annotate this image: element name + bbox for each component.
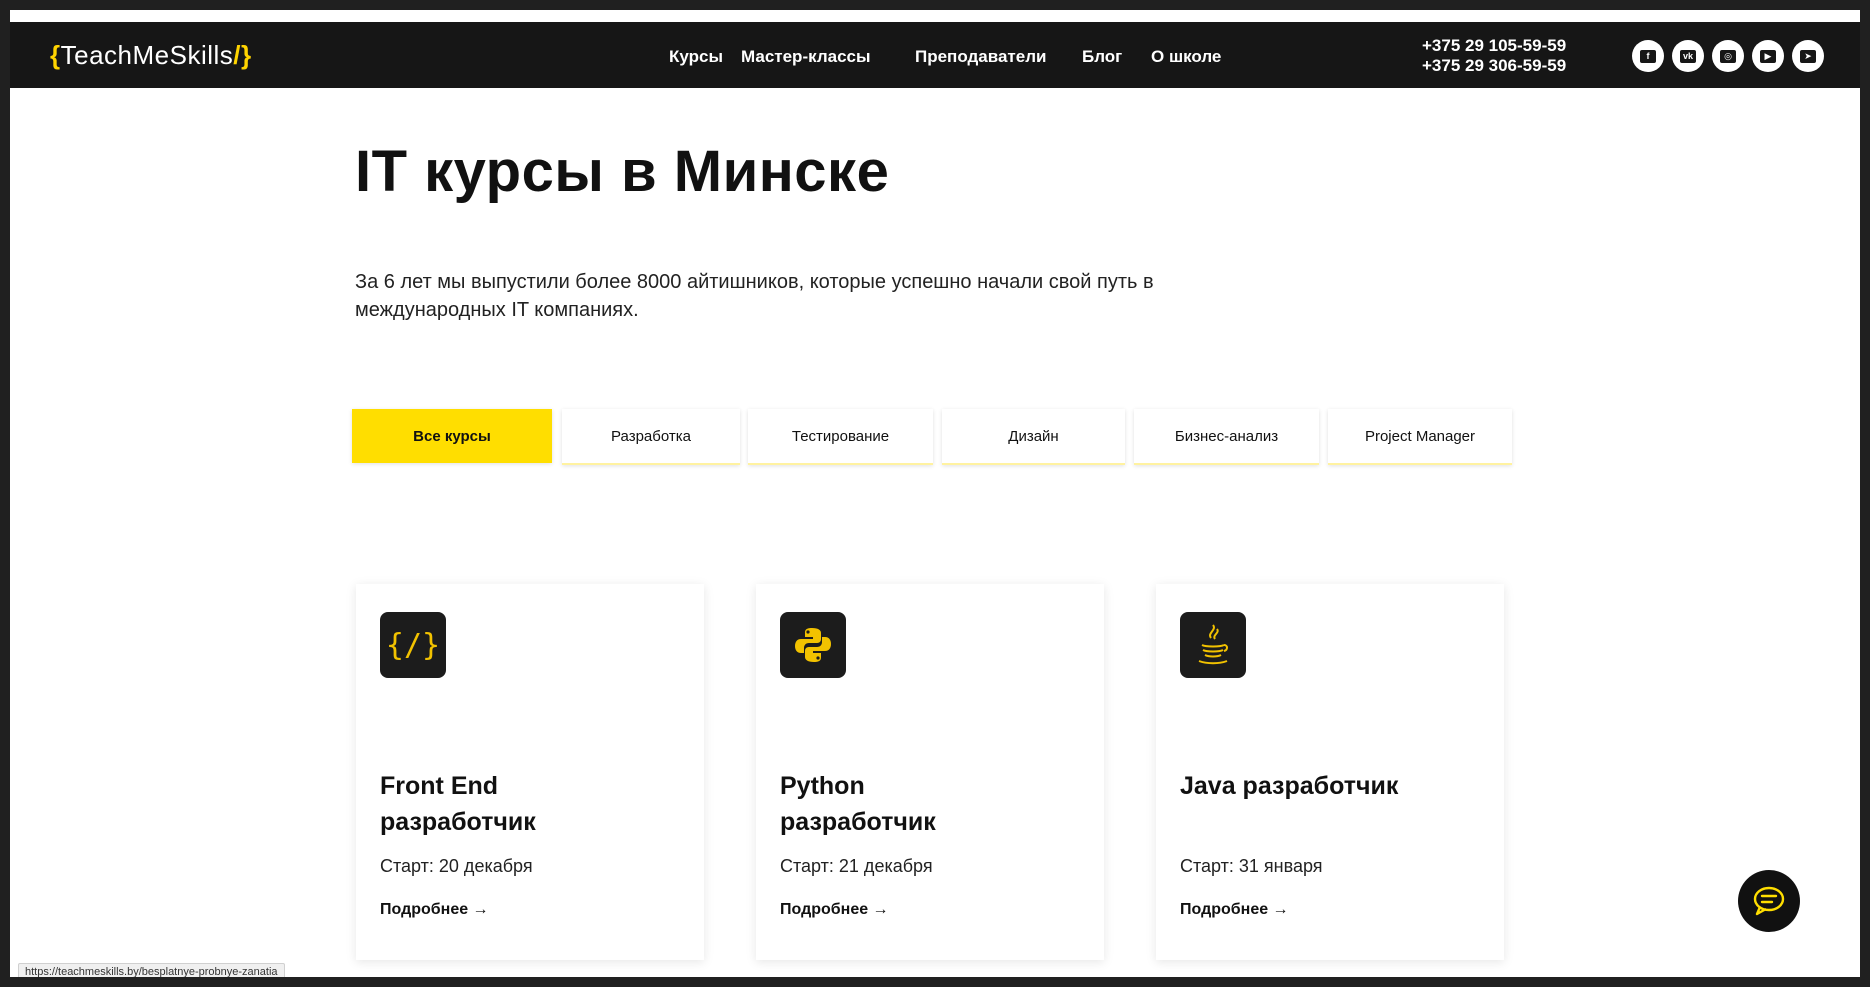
status-bar-url: https://teachmeskills.by/besplatnye-prob… bbox=[18, 963, 285, 977]
telegram-icon: ➤ bbox=[1800, 49, 1816, 63]
logo-text: TeachMeSkills bbox=[60, 40, 234, 70]
course-start-date: Старт: 31 января bbox=[1180, 856, 1323, 876]
tab-label: Бизнес-анализ bbox=[1174, 427, 1279, 445]
tab-design[interactable]: Дизайн bbox=[942, 409, 1125, 465]
course-start-date: Старт: 21 декабря bbox=[780, 856, 933, 876]
nav-item-teachers[interactable]: Преподаватели bbox=[915, 44, 1046, 70]
vk-icon: vk bbox=[1680, 49, 1696, 63]
course-card-java[interactable]: Java разработчик Старт: 31 января Подроб… bbox=[1156, 584, 1504, 960]
course-more-link[interactable]: Подробнее → bbox=[780, 901, 889, 919]
course-title: Front End разработчик bbox=[380, 772, 536, 836]
nav-item-blog[interactable]: Блог bbox=[1082, 44, 1122, 70]
course-card-python[interactable]: Python разработчик Старт: 21 декабря Под… bbox=[756, 584, 1104, 960]
course-title: Java разработчик bbox=[1180, 772, 1399, 800]
course-more-link[interactable]: Подробнее → bbox=[1180, 901, 1289, 919]
java-icon bbox=[1180, 612, 1246, 678]
tab-business-analysis[interactable]: Бизнес-анализ bbox=[1134, 409, 1319, 465]
youtube-link[interactable]: ▶ bbox=[1752, 40, 1784, 72]
page: {TeachMeSkills/} Курсы Мастер-классы Пре… bbox=[10, 10, 1860, 977]
tab-label: Все курсы bbox=[413, 427, 491, 445]
vk-link[interactable]: vk bbox=[1672, 40, 1704, 72]
course-start-date: Старт: 20 декабря bbox=[380, 856, 533, 876]
chat-button[interactable] bbox=[1738, 870, 1800, 932]
tab-label: Тестирование bbox=[791, 427, 890, 445]
chat-bubble-icon bbox=[1753, 886, 1785, 916]
course-more-link[interactable]: Подробнее → bbox=[380, 901, 489, 919]
nav-item-courses[interactable]: Курсы bbox=[669, 44, 723, 70]
tab-all-courses[interactable]: Все курсы bbox=[352, 409, 552, 463]
telegram-link[interactable]: ➤ bbox=[1792, 40, 1824, 72]
page-title: IT курсы в Минске bbox=[355, 139, 890, 204]
facebook-link[interactable]: f bbox=[1632, 40, 1664, 72]
tab-label: Project Manager bbox=[1364, 427, 1476, 445]
nav-item-about[interactable]: О школе bbox=[1151, 44, 1221, 70]
logo[interactable]: {TeachMeSkills/} bbox=[50, 40, 252, 70]
tab-development[interactable]: Разработка bbox=[562, 409, 740, 465]
phone-numbers: +375 29 105-59-59 +375 29 306-59-59 bbox=[1422, 36, 1602, 76]
phone-link-2[interactable]: +375 29 306-59-59 bbox=[1422, 56, 1566, 76]
course-card-frontend[interactable]: {/} Front End разработчик Старт: 20 дека… bbox=[356, 584, 704, 960]
tab-label: Дизайн bbox=[1008, 427, 1059, 445]
course-title: Python разработчик bbox=[780, 772, 936, 836]
tab-testing[interactable]: Тестирование bbox=[748, 409, 933, 465]
instagram-icon: ◎ bbox=[1720, 49, 1736, 63]
nav-item-masterclasses[interactable]: Мастер-классы bbox=[741, 44, 871, 70]
logo-close-brace: /} bbox=[233, 40, 252, 70]
tab-label: Разработка bbox=[611, 427, 691, 445]
logo-open-brace: { bbox=[50, 40, 61, 70]
code-brackets-icon: {/} bbox=[380, 612, 446, 678]
site-header: {TeachMeSkills/} Курсы Мастер-классы Пре… bbox=[10, 22, 1860, 88]
youtube-icon: ▶ bbox=[1760, 49, 1776, 63]
phone-link-1[interactable]: +375 29 105-59-59 bbox=[1422, 36, 1566, 56]
instagram-link[interactable]: ◎ bbox=[1712, 40, 1744, 72]
tab-project-manager[interactable]: Project Manager bbox=[1328, 409, 1512, 465]
python-icon bbox=[780, 612, 846, 678]
hero-subtitle: За 6 лет мы выпустили более 8000 айтишни… bbox=[355, 271, 1154, 321]
facebook-icon: f bbox=[1640, 49, 1656, 63]
